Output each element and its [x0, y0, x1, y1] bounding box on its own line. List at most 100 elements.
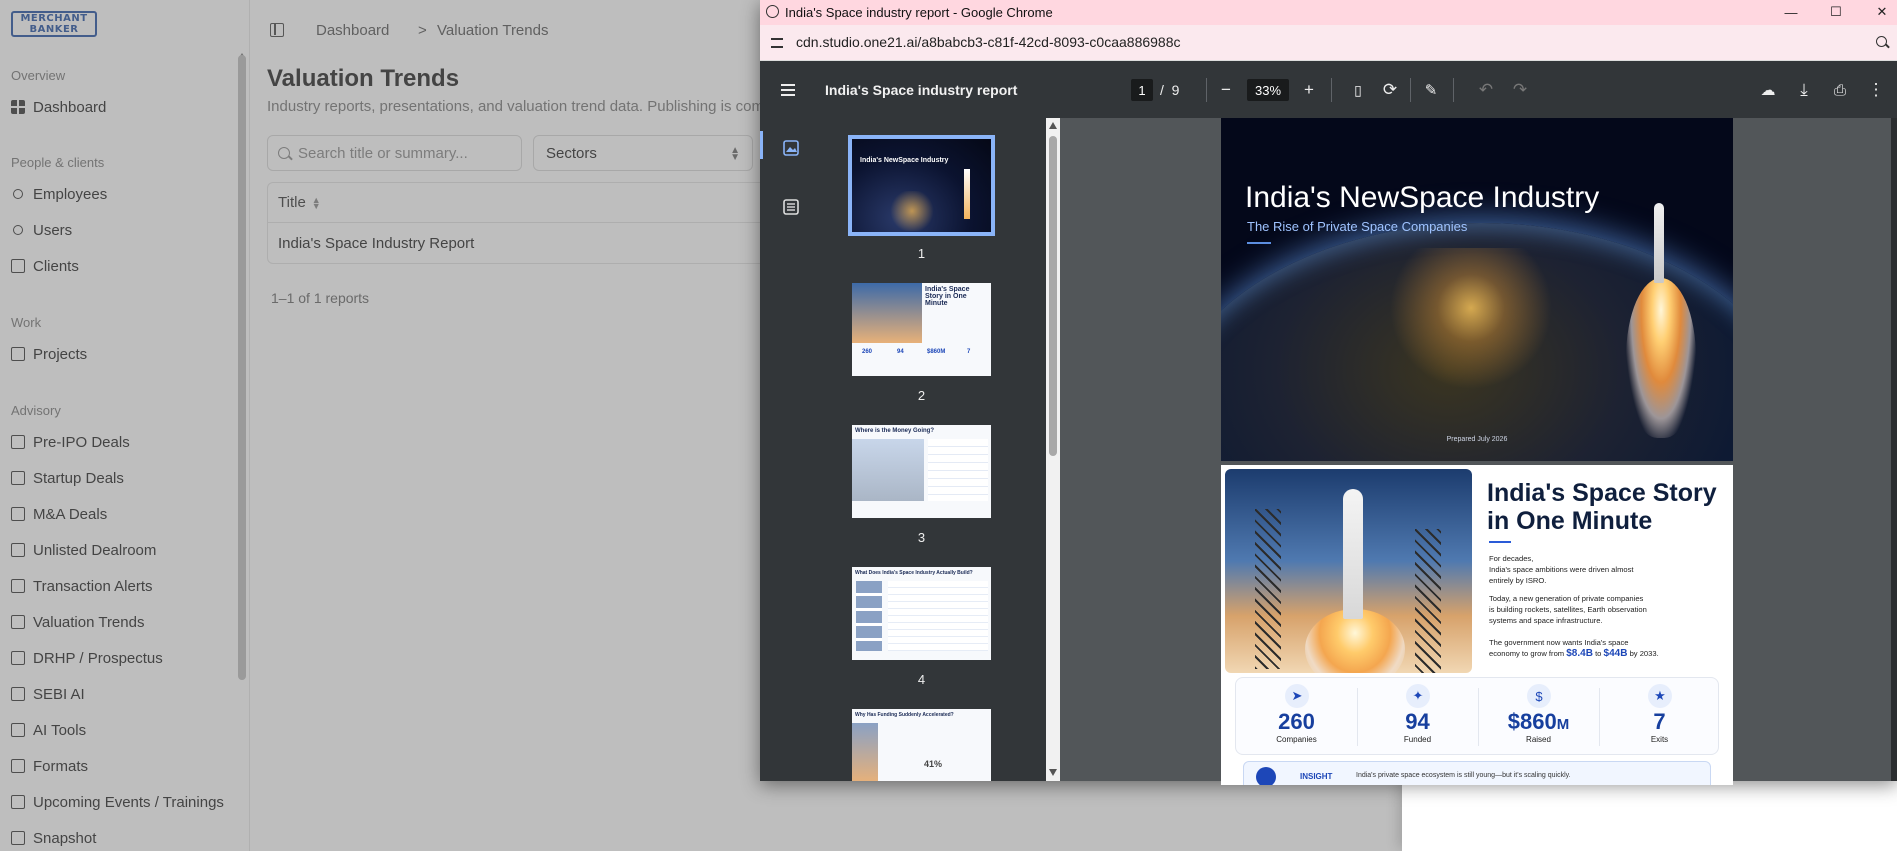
text-line: Today, a new generation of private compa… [1489, 594, 1644, 603]
scroll-up-arrow[interactable] [1049, 122, 1057, 129]
insight-label: INSIGHT [1300, 772, 1333, 781]
thumbnail-number: 4 [917, 672, 926, 687]
thumb-title: What Does India's Space Industry Actuall… [855, 570, 973, 576]
image-icon [783, 140, 799, 156]
thumbnail-panel: India's NewSpace Industry 1 India's Spac… [760, 118, 1060, 781]
thumbnails-tab[interactable] [782, 139, 800, 157]
zoom-icon[interactable] [1876, 36, 1887, 47]
text-line: economy to grow from $8.4B to $44B by 20… [1489, 648, 1659, 659]
document-area[interactable]: India's NewSpace Industry The Rise of Pr… [1060, 118, 1897, 785]
redo-icon[interactable]: ↷ [1509, 79, 1531, 101]
text-fragment: economy to grow from [1489, 649, 1565, 658]
rocket-image [1654, 203, 1664, 283]
thumb-title: Where is the Money Going? [855, 428, 935, 434]
thumbnail-scrollbar-thumb[interactable] [1049, 136, 1057, 456]
paragraph-1: For decades, India's space ambitions wer… [1489, 553, 1634, 586]
money-bag-icon: $ [1527, 684, 1551, 708]
thumbnail-number: 2 [917, 388, 926, 403]
paragraph-2: Today, a new generation of private compa… [1489, 593, 1647, 626]
rocket-image [964, 169, 970, 219]
rotate-icon[interactable]: ⟳ [1379, 79, 1401, 101]
stat-exits: ★ 7 Exits [1599, 678, 1720, 756]
address-bar [760, 25, 1897, 61]
stat-value: 94 [1405, 709, 1430, 734]
lightbulb-icon [1256, 767, 1276, 785]
page-total: / 9 [1160, 82, 1179, 98]
url-field[interactable] [796, 34, 1796, 50]
pdf-page-1: India's NewSpace Industry The Rise of Pr… [1221, 118, 1733, 461]
pdf-toolbar: India's Space industry report 1 / 9 − 33… [760, 62, 1897, 118]
stat-value: 260 [1278, 709, 1315, 734]
city-lights-image [882, 191, 942, 231]
pdf-viewer-body: India's NewSpace Industry 1 India's Spac… [760, 118, 1897, 785]
save-to-drive-icon[interactable]: ☁ [1757, 79, 1779, 101]
more-options-icon[interactable]: ⋮ [1865, 79, 1887, 101]
fit-page-icon[interactable]: ▯ [1347, 79, 1369, 101]
minimize-button[interactable]: — [1776, 2, 1806, 22]
trophy-icon: ★ [1648, 684, 1672, 708]
rocket-launch-photo [1225, 469, 1472, 673]
toolbar-divider [1331, 78, 1332, 102]
stat-raised: $ $860M Raised [1478, 678, 1599, 756]
globe-icon [766, 5, 779, 18]
zoom-in-icon[interactable]: + [1298, 79, 1320, 101]
stat-unit: M [1556, 716, 1570, 733]
thumbnail-page-5[interactable]: Why Has Funding Suddenly Accelerated? 41… [852, 709, 991, 781]
text-line: India's space ambitions were driven almo… [1489, 565, 1634, 574]
rocket-photo [852, 283, 922, 343]
page-separator: / [1160, 82, 1164, 98]
text-line: entirely by ISRO. [1489, 576, 1547, 585]
site-info-icon[interactable] [771, 38, 783, 48]
page-number-input[interactable]: 1 [1131, 79, 1153, 101]
window-title: India's Space industry report - Google C… [785, 5, 1053, 20]
city-lights-image [1371, 248, 1571, 398]
thumb-stat: 94 [897, 349, 904, 355]
launch-tower-image [1415, 529, 1441, 673]
thumbnail-number: 1 [917, 246, 926, 261]
stat-label: Raised [1526, 735, 1551, 744]
stat-label: Funded [1403, 735, 1432, 744]
menu-icon[interactable] [781, 84, 795, 96]
text-line: is building rockets, satellites, Earth o… [1489, 605, 1647, 614]
window-titlebar: India's Space industry report - Google C… [760, 0, 1897, 25]
document-scrollbar[interactable] [1891, 118, 1897, 781]
thumbnail-page-1[interactable]: India's NewSpace Industry [848, 135, 995, 236]
print-icon[interactable]: ⎙ [1829, 79, 1851, 101]
download-icon[interactable]: ⤓ [1793, 79, 1815, 101]
thumb-percent: 41% [924, 759, 943, 769]
outline-tab[interactable] [782, 198, 800, 216]
launch-tower-image [1255, 509, 1281, 669]
toolbar-divider [1410, 78, 1411, 102]
text-fragment: by 2033. [1629, 649, 1659, 658]
toolbar-divider [1453, 78, 1454, 102]
maximize-button[interactable]: ☐ [1821, 2, 1851, 22]
thumbnail-number: 3 [917, 530, 926, 545]
thumb-title: India's NewSpace Industry [860, 157, 949, 164]
to-value: $44B [1603, 648, 1628, 659]
annotate-pen-icon[interactable]: ✎ [1420, 79, 1442, 101]
slide-title: India's NewSpace Industry [1245, 181, 1600, 214]
thumbnail-page-4[interactable]: What Does India's Space Industry Actuall… [852, 567, 991, 660]
zoom-out-icon[interactable]: − [1215, 79, 1237, 101]
slide-subtitle: The Rise of Private Space Companies [1247, 219, 1468, 234]
table-graphic [928, 439, 988, 501]
text-line: For decades, [1489, 554, 1534, 563]
stat-value: 7 [1653, 709, 1666, 734]
chrome-popup-window: India's Space industry report - Google C… [760, 0, 1897, 785]
scroll-down-arrow[interactable] [1049, 769, 1057, 776]
stat-funded: ✦ 94 Funded [1357, 678, 1478, 756]
close-button[interactable]: ✕ [1867, 2, 1897, 22]
page-count: 9 [1171, 82, 1180, 98]
satellite-icon: ✦ [1406, 684, 1430, 708]
pdf-page-2: India's Space Story in One Minute For de… [1221, 465, 1733, 785]
undo-icon[interactable]: ↶ [1475, 79, 1497, 101]
background-window-area [1402, 780, 1897, 851]
text-fragment: to [1595, 649, 1602, 658]
zoom-level-input[interactable]: 33% [1247, 79, 1289, 101]
thumb-stat: 260 [862, 349, 873, 355]
thumbnail-page-3[interactable]: Where is the Money Going? [852, 425, 991, 518]
slide-title: India's Space Story in One Minute [1487, 479, 1717, 535]
thumbnail-page-2[interactable]: India's Space Story in One Minute 260 94… [852, 283, 991, 376]
stat-label: Exits [1650, 735, 1669, 744]
bar-graphic [852, 439, 924, 501]
